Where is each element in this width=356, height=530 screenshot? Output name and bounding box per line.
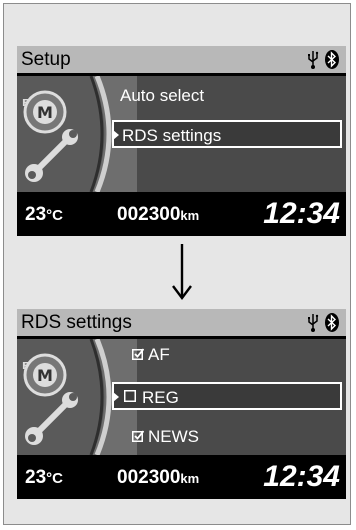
- odometer: 002300km: [117, 204, 200, 225]
- clock: 12:34: [263, 460, 340, 493]
- bluetooth-icon: [325, 313, 339, 332]
- odometer: 002300km: [117, 467, 200, 488]
- setup-screen: Setup M F Auto select RDS settings 23°C …: [17, 46, 346, 236]
- title-bar: RDS settings: [17, 309, 346, 336]
- clock: 12:34: [263, 197, 340, 230]
- menu-area: M F Auto select RDS settings: [17, 76, 346, 192]
- bluetooth-icon: [325, 50, 339, 69]
- selection-pointer-icon: [113, 392, 119, 402]
- title-bar: Setup: [17, 46, 346, 73]
- selection-pointer-icon: [113, 130, 119, 140]
- menu-item-rds-settings[interactable]: RDS settings: [112, 120, 342, 148]
- menu-item-reg[interactable]: REG: [112, 382, 342, 410]
- usb-icon: [308, 51, 319, 69]
- rds-settings-screen: RDS settings M F AF REG NEWS 23°C 002300…: [17, 309, 346, 499]
- svg-text:F: F: [22, 98, 29, 109]
- checkbox-checked-icon: [132, 348, 144, 360]
- screen-title: Setup: [21, 49, 71, 70]
- screen-title: RDS settings: [21, 312, 132, 333]
- info-bar: 23°C 002300km 12:34: [17, 196, 346, 236]
- checkbox-unchecked-icon: [124, 390, 136, 402]
- temperature: 23°C: [25, 204, 63, 225]
- menu-item-label: REG: [142, 388, 179, 407]
- checkbox-checked-icon: [132, 430, 144, 442]
- info-bar: 23°C 002300km 12:34: [17, 459, 346, 499]
- menu-item-label: RDS settings: [122, 126, 222, 145]
- menu-item-af[interactable]: AF: [112, 341, 342, 369]
- usb-icon: [308, 314, 319, 332]
- menu-item-news[interactable]: NEWS: [112, 423, 342, 451]
- down-arrow-icon: [172, 244, 192, 300]
- svg-text:M: M: [37, 103, 53, 122]
- status-icons: [306, 49, 342, 70]
- status-icons: [306, 312, 342, 333]
- menu-item-auto-select[interactable]: Auto select: [112, 82, 342, 110]
- svg-text:M: M: [37, 366, 53, 385]
- instruction-panel: Setup M F Auto select RDS settings 23°C …: [3, 3, 351, 525]
- menu-area: M F AF REG NEWS: [17, 339, 346, 455]
- menu-item-label: AF: [148, 345, 170, 364]
- temperature: 23°C: [25, 467, 63, 488]
- svg-text:F: F: [22, 361, 29, 372]
- menu-item-label: NEWS: [148, 427, 199, 446]
- menu-item-label: Auto select: [120, 86, 205, 105]
